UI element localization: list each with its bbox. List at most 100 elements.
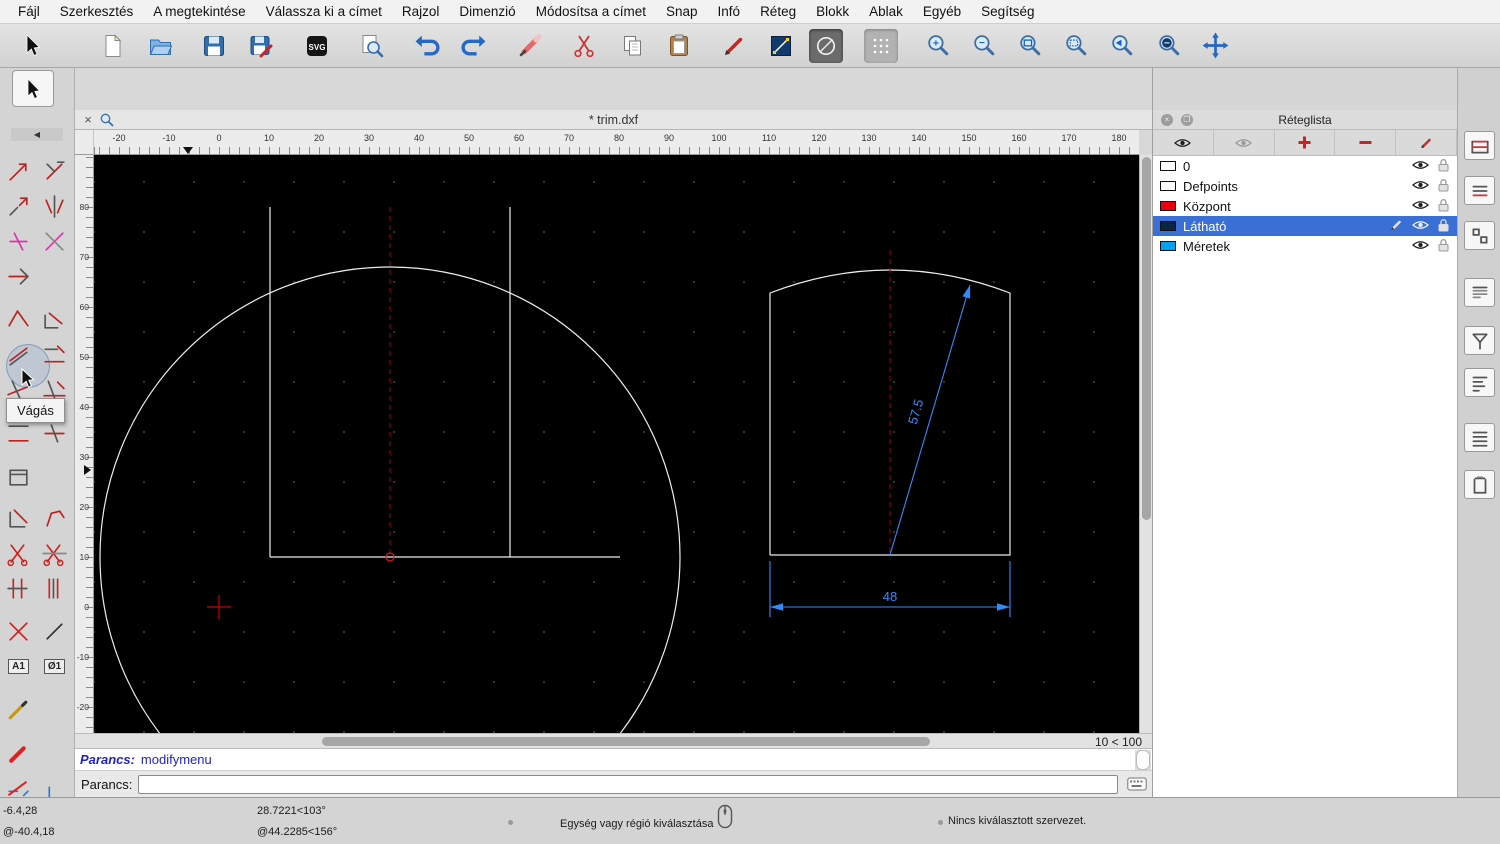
offset-icon[interactable]: [3, 340, 34, 371]
close-document-icon[interactable]: ×: [81, 112, 95, 127]
vertical-scrollbar-handle[interactable]: [1142, 157, 1151, 520]
edit-layer-button[interactable]: [1396, 130, 1457, 155]
zoom-auto-icon[interactable]: [1013, 29, 1047, 63]
menu-item-dimenzió[interactable]: Dimenzió: [449, 4, 525, 19]
menu-item-réteg[interactable]: Réteg: [750, 4, 806, 19]
layer-color-swatch[interactable]: [1160, 241, 1176, 251]
menu-item-egyéb[interactable]: Egyéb: [913, 4, 971, 19]
erase-icon[interactable]: [513, 29, 547, 63]
matrix-widget-panel-icon[interactable]: [1464, 423, 1495, 452]
show-all-layers-button[interactable]: [1153, 130, 1214, 155]
layer-edit-icon[interactable]: [1390, 218, 1403, 234]
corner-trim-icon[interactable]: [3, 503, 34, 534]
menu-item-a-megtekintése[interactable]: A megtekintése: [143, 4, 255, 19]
text-attributes-icon[interactable]: A1: [3, 651, 34, 682]
command-history-scrollbar[interactable]: [1135, 750, 1151, 770]
document-zoom-icon[interactable]: [99, 112, 115, 128]
clipboard-panel-icon[interactable]: [1464, 470, 1495, 499]
menu-item-szerkesztés[interactable]: Szerkesztés: [50, 4, 144, 19]
quick-selection-panel-icon[interactable]: [1464, 326, 1495, 355]
scale-icon[interactable]: [3, 191, 34, 222]
undo-icon[interactable]: [410, 29, 444, 63]
add-layer-button[interactable]: [1275, 130, 1336, 155]
diameter-attr-icon[interactable]: Ø1: [39, 651, 70, 682]
zoom-out-icon[interactable]: −: [967, 29, 1001, 63]
zoom-back-icon[interactable]: [1105, 29, 1139, 63]
rotate-icon[interactable]: [39, 156, 70, 187]
layer-visibility-icon[interactable]: [1412, 159, 1429, 174]
print-preview-icon[interactable]: [355, 29, 389, 63]
cut-scissors-two-icon[interactable]: [39, 538, 70, 569]
command-widget-panel-icon[interactable]: [1464, 368, 1495, 397]
open-file-icon[interactable]: [143, 29, 177, 63]
library-browser-panel-icon[interactable]: [1464, 278, 1495, 307]
layer-visibility-panel-icon[interactable]: [1464, 131, 1495, 160]
layer-row-látható[interactable]: Látható: [1153, 216, 1457, 236]
properties-icon[interactable]: [3, 461, 34, 492]
menu-item-ablak[interactable]: Ablak: [859, 4, 913, 19]
layer-color-swatch[interactable]: [1160, 221, 1176, 231]
zoom-previous-icon[interactable]: [1059, 29, 1093, 63]
layer-visibility-icon[interactable]: [1412, 199, 1429, 214]
layer-row-defpoints[interactable]: Defpoints: [1153, 176, 1457, 196]
layer-visibility-icon[interactable]: [1412, 239, 1429, 254]
rotate-copy-icon[interactable]: [39, 781, 70, 797]
command-input[interactable]: [138, 774, 1118, 794]
save-icon[interactable]: [197, 29, 231, 63]
block-list-panel-icon[interactable]: [1464, 221, 1495, 250]
layer-lock-icon[interactable]: [1438, 198, 1449, 215]
line-segment-icon[interactable]: [39, 616, 70, 647]
cut-icon[interactable]: [567, 29, 601, 63]
mirror-icon[interactable]: [39, 191, 70, 222]
drawing-canvas[interactable]: 57.5 48: [94, 155, 1139, 733]
diagonal-dimension-line[interactable]: [889, 284, 971, 556]
menu-item-blokk[interactable]: Blokk: [806, 4, 859, 19]
keyboard-toggle-button[interactable]: [1126, 775, 1148, 793]
layer-lock-icon[interactable]: [1438, 158, 1449, 175]
pan-icon[interactable]: [1198, 29, 1232, 63]
layer-lock-icon[interactable]: [1438, 218, 1449, 235]
move-rotate-icon[interactable]: [3, 226, 34, 257]
menu-item-módosítsa-a-címet[interactable]: Módosítsa a címet: [526, 4, 656, 19]
horizontal-scrollbar[interactable]: 10 < 100: [75, 733, 1152, 749]
vertical-scrollbar[interactable]: [1139, 155, 1152, 733]
move-icon[interactable]: [3, 156, 34, 187]
menu-item-válassza-ki-a-címet[interactable]: Válassza ki a címet: [256, 4, 392, 19]
layer-lock-icon[interactable]: [1438, 238, 1449, 255]
edit-pencil-icon[interactable]: [3, 694, 34, 725]
horizontal-scrollbar-handle[interactable]: [322, 737, 930, 746]
remove-layer-button[interactable]: [1335, 130, 1397, 155]
zoom-in-icon[interactable]: +: [921, 29, 955, 63]
paste-icon[interactable]: [662, 29, 696, 63]
fillet-icon[interactable]: [39, 305, 70, 336]
collapse-toolbar-button[interactable]: ◀: [11, 128, 63, 141]
hide-all-layers-button[interactable]: [1214, 130, 1275, 155]
copy-icon[interactable]: [616, 29, 650, 63]
layer-row-méretek[interactable]: Méretek: [1153, 236, 1457, 256]
save-as-icon[interactable]: [244, 29, 278, 63]
layer-visibility-icon[interactable]: [1412, 219, 1429, 234]
menu-item-fájl[interactable]: Fájl: [8, 4, 50, 19]
divide-three-icon[interactable]: [39, 573, 70, 604]
bevel-icon[interactable]: [3, 305, 34, 336]
new-file-icon[interactable]: [96, 29, 130, 63]
pointer-tool-icon[interactable]: [15, 29, 49, 63]
svg-export-icon[interactable]: SVG: [300, 29, 334, 63]
lengthen-icon[interactable]: [39, 340, 70, 371]
menu-item-infó[interactable]: Infó: [708, 4, 751, 19]
delete-segment-icon[interactable]: [3, 773, 34, 797]
layer-list-panel-icon[interactable]: [1464, 176, 1495, 205]
rotate-two-icon[interactable]: [39, 226, 70, 257]
redo-icon[interactable]: [456, 29, 490, 63]
menu-item-segítség[interactable]: Segítség: [971, 4, 1044, 19]
highlight-marker-icon[interactable]: [3, 738, 34, 769]
layer-row-központ[interactable]: Központ: [1153, 196, 1457, 216]
layer-row-0[interactable]: 0: [1153, 156, 1457, 176]
layer-color-swatch[interactable]: [1160, 181, 1176, 191]
menu-item-snap[interactable]: Snap: [656, 4, 708, 19]
delete-icon[interactable]: [3, 616, 34, 647]
grid-toggle-icon[interactable]: [864, 28, 898, 63]
menu-item-rajzol[interactable]: Rajzol: [392, 4, 450, 19]
layer-color-swatch[interactable]: [1160, 161, 1176, 171]
circle-tool-icon[interactable]: [809, 28, 843, 63]
